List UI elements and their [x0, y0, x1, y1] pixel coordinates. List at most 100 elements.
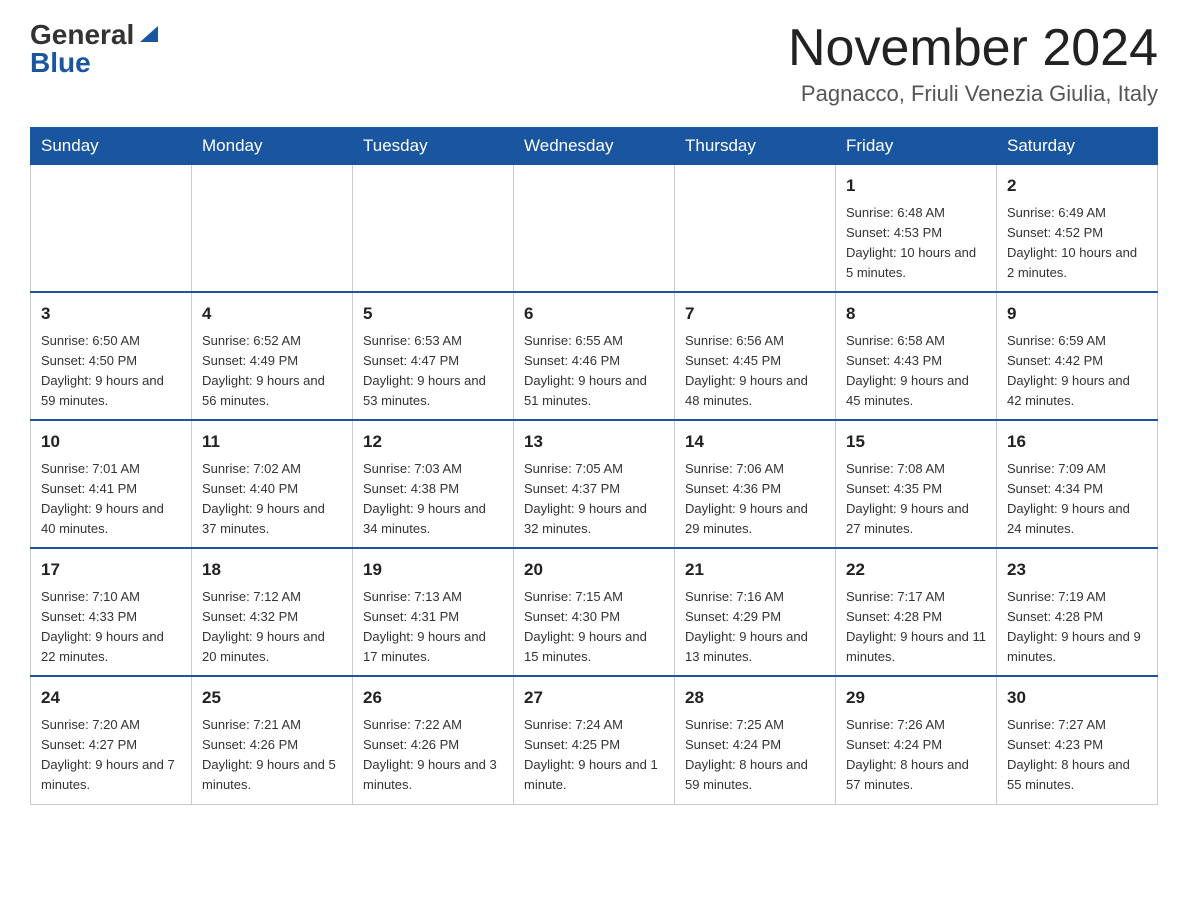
day-header-tuesday: Tuesday	[353, 128, 514, 165]
day-number: 20	[524, 557, 664, 583]
day-number: 26	[363, 685, 503, 711]
calendar-week-5: 24Sunrise: 7:20 AMSunset: 4:27 PMDayligh…	[31, 676, 1158, 804]
calendar-cell: 11Sunrise: 7:02 AMSunset: 4:40 PMDayligh…	[192, 420, 353, 548]
day-info: Sunrise: 7:22 AMSunset: 4:26 PMDaylight:…	[363, 715, 503, 796]
day-number: 7	[685, 301, 825, 327]
calendar-cell	[31, 165, 192, 293]
calendar-cell: 24Sunrise: 7:20 AMSunset: 4:27 PMDayligh…	[31, 676, 192, 804]
day-number: 23	[1007, 557, 1147, 583]
logo: General Blue	[30, 20, 160, 77]
logo-triangle-icon	[138, 24, 160, 44]
calendar-cell: 2Sunrise: 6:49 AMSunset: 4:52 PMDaylight…	[997, 165, 1158, 293]
day-number: 4	[202, 301, 342, 327]
day-info: Sunrise: 7:19 AMSunset: 4:28 PMDaylight:…	[1007, 587, 1147, 668]
day-info: Sunrise: 7:21 AMSunset: 4:26 PMDaylight:…	[202, 715, 342, 796]
day-info: Sunrise: 7:13 AMSunset: 4:31 PMDaylight:…	[363, 587, 503, 668]
day-number: 21	[685, 557, 825, 583]
day-info: Sunrise: 7:12 AMSunset: 4:32 PMDaylight:…	[202, 587, 342, 668]
calendar-cell	[514, 165, 675, 293]
calendar-header-row: SundayMondayTuesdayWednesdayThursdayFrid…	[31, 128, 1158, 165]
day-number: 8	[846, 301, 986, 327]
day-info: Sunrise: 7:17 AMSunset: 4:28 PMDaylight:…	[846, 587, 986, 668]
day-info: Sunrise: 6:56 AMSunset: 4:45 PMDaylight:…	[685, 331, 825, 412]
day-number: 3	[41, 301, 181, 327]
day-number: 28	[685, 685, 825, 711]
day-header-saturday: Saturday	[997, 128, 1158, 165]
day-info: Sunrise: 7:01 AMSunset: 4:41 PMDaylight:…	[41, 459, 181, 540]
day-info: Sunrise: 7:08 AMSunset: 4:35 PMDaylight:…	[846, 459, 986, 540]
calendar-cell	[353, 165, 514, 293]
calendar-cell: 18 Sunrise: 7:12 AMSunset: 4:32 PMDayligh…	[192, 548, 353, 676]
calendar-cell: 30 Sunrise: 7:27 AMSunset: 4:23 PMDayligh…	[997, 676, 1158, 804]
calendar-cell: 6 Sunrise: 6:55 AMSunset: 4:46 PMDaylight…	[514, 292, 675, 420]
day-info: Sunrise: 7:24 AMSunset: 4:25 PMDaylight:…	[524, 715, 664, 796]
day-info: Sunrise: 7:15 AMSunset: 4:30 PMDaylight:…	[524, 587, 664, 668]
location: Pagnacco, Friuli Venezia Giulia, Italy	[788, 81, 1158, 107]
day-number: 22	[846, 557, 986, 583]
calendar-cell: 13 Sunrise: 7:05 AMSunset: 4:37 PMDayligh…	[514, 420, 675, 548]
calendar-week-2: 3Sunrise: 6:50 AMSunset: 4:50 PMDaylight…	[31, 292, 1158, 420]
calendar-cell: 15Sunrise: 7:08 AMSunset: 4:35 PMDayligh…	[836, 420, 997, 548]
calendar-cell: 19 Sunrise: 7:13 AMSunset: 4:31 PMDayligh…	[353, 548, 514, 676]
calendar-cell: 17 Sunrise: 7:10 AMSunset: 4:33 PMDayligh…	[31, 548, 192, 676]
day-info: Sunrise: 6:58 AMSunset: 4:43 PMDaylight:…	[846, 331, 986, 412]
day-info: Sunrise: 6:53 AMSunset: 4:47 PMDaylight:…	[363, 331, 503, 412]
day-header-thursday: Thursday	[675, 128, 836, 165]
calendar-cell: 29 Sunrise: 7:26 AMSunset: 4:24 PMDayligh…	[836, 676, 997, 804]
day-number: 6	[524, 301, 664, 327]
calendar-cell: 14 Sunrise: 7:06 AMSunset: 4:36 PMDayligh…	[675, 420, 836, 548]
day-number: 25	[202, 685, 342, 711]
day-number: 29	[846, 685, 986, 711]
day-number: 12	[363, 429, 503, 455]
day-info: Sunrise: 6:59 AMSunset: 4:42 PMDaylight:…	[1007, 331, 1147, 412]
day-number: 10	[41, 429, 181, 455]
calendar-cell: 3Sunrise: 6:50 AMSunset: 4:50 PMDaylight…	[31, 292, 192, 420]
day-number: 14	[685, 429, 825, 455]
calendar: SundayMondayTuesdayWednesdayThursdayFrid…	[30, 127, 1158, 804]
day-info: Sunrise: 7:05 AMSunset: 4:37 PMDaylight:…	[524, 459, 664, 540]
calendar-cell: 28 Sunrise: 7:25 AMSunset: 4:24 PMDayligh…	[675, 676, 836, 804]
day-header-monday: Monday	[192, 128, 353, 165]
header: General Blue November 2024 Pagnacco, Fri…	[30, 20, 1158, 107]
calendar-cell	[192, 165, 353, 293]
day-info: Sunrise: 7:03 AMSunset: 4:38 PMDaylight:…	[363, 459, 503, 540]
calendar-cell: 10 Sunrise: 7:01 AMSunset: 4:41 PMDayligh…	[31, 420, 192, 548]
calendar-week-3: 10 Sunrise: 7:01 AMSunset: 4:41 PMDayligh…	[31, 420, 1158, 548]
day-number: 17	[41, 557, 181, 583]
calendar-cell: 16 Sunrise: 7:09 AMSunset: 4:34 PMDayligh…	[997, 420, 1158, 548]
day-number: 16	[1007, 429, 1147, 455]
day-number: 30	[1007, 685, 1147, 711]
calendar-cell: 5 Sunrise: 6:53 AMSunset: 4:47 PMDaylight…	[353, 292, 514, 420]
calendar-cell: 27Sunrise: 7:24 AMSunset: 4:25 PMDayligh…	[514, 676, 675, 804]
day-info: Sunrise: 7:26 AMSunset: 4:24 PMDaylight:…	[846, 715, 986, 796]
calendar-week-1: 1 Sunrise: 6:48 AMSunset: 4:53 PMDaylight…	[31, 165, 1158, 293]
calendar-cell: 26 Sunrise: 7:22 AMSunset: 4:26 PMDayligh…	[353, 676, 514, 804]
day-info: Sunrise: 6:55 AMSunset: 4:46 PMDaylight:…	[524, 331, 664, 412]
day-number: 19	[363, 557, 503, 583]
day-info: Sunrise: 7:06 AMSunset: 4:36 PMDaylight:…	[685, 459, 825, 540]
day-info: Sunrise: 7:27 AMSunset: 4:23 PMDaylight:…	[1007, 715, 1147, 796]
day-number: 13	[524, 429, 664, 455]
day-number: 5	[363, 301, 503, 327]
calendar-cell: 20 Sunrise: 7:15 AMSunset: 4:30 PMDayligh…	[514, 548, 675, 676]
calendar-cell: 22 Sunrise: 7:17 AMSunset: 4:28 PMDayligh…	[836, 548, 997, 676]
month-title: November 2024	[788, 20, 1158, 77]
calendar-cell: 21Sunrise: 7:16 AMSunset: 4:29 PMDayligh…	[675, 548, 836, 676]
day-info: Sunrise: 6:52 AMSunset: 4:49 PMDaylight:…	[202, 331, 342, 412]
day-info: Sunrise: 7:10 AMSunset: 4:33 PMDaylight:…	[41, 587, 181, 668]
day-header-wednesday: Wednesday	[514, 128, 675, 165]
day-header-friday: Friday	[836, 128, 997, 165]
day-info: Sunrise: 6:48 AMSunset: 4:53 PMDaylight:…	[846, 203, 986, 284]
calendar-cell	[675, 165, 836, 293]
day-number: 18	[202, 557, 342, 583]
calendar-cell: 1 Sunrise: 6:48 AMSunset: 4:53 PMDaylight…	[836, 165, 997, 293]
day-number: 1	[846, 173, 986, 199]
title-area: November 2024 Pagnacco, Friuli Venezia G…	[788, 20, 1158, 107]
day-info: Sunrise: 7:25 AMSunset: 4:24 PMDaylight:…	[685, 715, 825, 796]
calendar-cell: 7 Sunrise: 6:56 AMSunset: 4:45 PMDaylight…	[675, 292, 836, 420]
day-info: Sunrise: 7:09 AMSunset: 4:34 PMDaylight:…	[1007, 459, 1147, 540]
calendar-cell: 8 Sunrise: 6:58 AMSunset: 4:43 PMDaylight…	[836, 292, 997, 420]
day-info: Sunrise: 7:20 AMSunset: 4:27 PMDaylight:…	[41, 715, 181, 796]
logo-general-text: General	[30, 21, 134, 49]
day-number: 11	[202, 429, 342, 455]
